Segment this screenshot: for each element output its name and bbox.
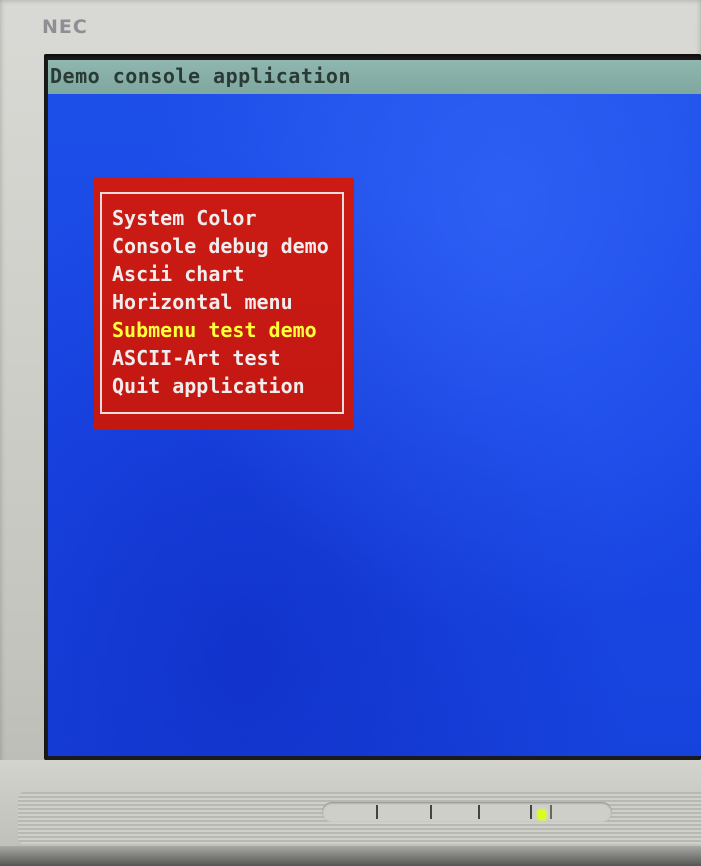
select-button-icon[interactable]	[376, 805, 382, 819]
menu-item-submenu-test-demo[interactable]: Submenu test demo	[112, 316, 329, 344]
minus-button-icon[interactable]	[430, 805, 436, 819]
brand-logo: NEC	[42, 16, 88, 38]
menu-list: System Color Console debug demo Ascii ch…	[112, 204, 329, 400]
menu-item-quit-application[interactable]: Quit application	[112, 372, 329, 400]
console-titlebar: Demo console application	[48, 60, 701, 94]
main-menu: System Color Console debug demo Ascii ch…	[94, 178, 354, 430]
console-title: Demo console application	[50, 64, 351, 88]
power-button-icon[interactable]	[550, 805, 556, 819]
menu-item-ascii-chart[interactable]: Ascii chart	[112, 260, 329, 288]
menu-item-system-color[interactable]: System Color	[112, 204, 329, 232]
plus-button-icon[interactable]	[478, 805, 484, 819]
console-screen: Demo console application System Color Co…	[48, 60, 701, 756]
monitor-button-strip	[322, 802, 612, 822]
menu-item-ascii-art-test[interactable]: ASCII-Art test	[112, 344, 329, 372]
menu-item-console-debug-demo[interactable]: Console debug demo	[112, 232, 329, 260]
menu-item-horizontal-menu[interactable]: Horizontal menu	[112, 288, 329, 316]
auto-button-icon[interactable]	[530, 805, 536, 819]
power-led-icon	[538, 810, 546, 820]
monitor-photo: NEC Demo console application System Colo…	[0, 0, 701, 866]
monitor-base-edge	[0, 846, 701, 866]
